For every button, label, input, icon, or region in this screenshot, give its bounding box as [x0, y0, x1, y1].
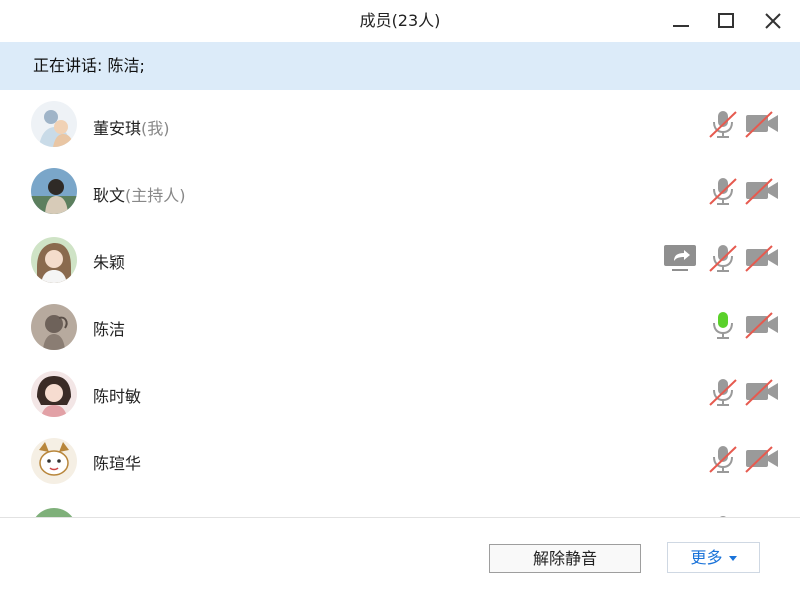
- camera-off-button[interactable]: [745, 109, 779, 139]
- member-list[interactable]: 董安琪(我) 耿文(主持人) 朱颖 陈洁 陈时敏 陈瑄华: [0, 90, 800, 517]
- more-button[interactable]: 更多: [667, 542, 760, 573]
- member-name: 朱颖: [93, 249, 125, 273]
- camera-off-icon: [745, 111, 778, 138]
- more-button-label: 更多: [690, 548, 723, 567]
- minimize-icon: [673, 25, 689, 27]
- member-name-text: 陈瑄华: [93, 454, 142, 473]
- avatar: [31, 438, 77, 484]
- member-name: 陈洁: [93, 316, 125, 340]
- member-role: (主持人): [125, 186, 186, 205]
- avatar: [31, 168, 77, 214]
- title-bar: 成员(23人): [0, 0, 800, 42]
- close-button[interactable]: [758, 6, 788, 36]
- screen-share-button[interactable]: [663, 243, 697, 273]
- camera-off-icon: [745, 178, 778, 205]
- mic-muted-button[interactable]: [706, 109, 740, 139]
- camera-off-icon: [745, 446, 778, 473]
- unmute-all-button[interactable]: 解除静音: [489, 544, 641, 573]
- mic-muted-icon: [709, 245, 737, 272]
- mic-muted-icon: [709, 111, 737, 138]
- screen-share-icon: [664, 245, 696, 271]
- caret-down-icon: [728, 556, 737, 561]
- maximize-button[interactable]: [711, 6, 741, 36]
- close-icon: [765, 13, 781, 29]
- maximize-icon: [718, 13, 734, 28]
- camera-off-icon: [745, 379, 778, 406]
- footer: 解除静音 更多: [0, 518, 800, 600]
- camera-off-button[interactable]: [745, 176, 779, 206]
- member-row[interactable]: 董安琪(我): [0, 90, 800, 157]
- avatar: [31, 508, 77, 517]
- camera-off-button[interactable]: [745, 243, 779, 273]
- camera-off-button[interactable]: [745, 310, 779, 340]
- member-row[interactable]: 陈瑄华: [0, 425, 800, 492]
- member-row-partial[interactable]: [0, 492, 800, 517]
- member-name-text: 耿文: [93, 186, 126, 205]
- minimize-button[interactable]: [666, 6, 696, 36]
- mic-muted-button[interactable]: [706, 176, 740, 206]
- avatar: [31, 304, 77, 350]
- mic-muted-icon: [709, 379, 737, 406]
- member-row[interactable]: 朱颖: [0, 224, 800, 291]
- member-name-text: 陈时敏: [93, 387, 142, 406]
- member-name: 耿文(主持人): [93, 182, 186, 206]
- avatar: [31, 237, 77, 283]
- speaking-now-bar: 正在讲话: 陈洁;: [0, 42, 800, 90]
- member-name-text: 朱颖: [93, 253, 126, 272]
- member-row[interactable]: 耿文(主持人): [0, 157, 800, 224]
- member-name: 陈时敏: [93, 383, 141, 407]
- camera-off-button[interactable]: [745, 377, 779, 407]
- mic-muted-button[interactable]: [706, 377, 740, 407]
- mic-active-button[interactable]: [706, 310, 740, 340]
- mic-muted-icon: [709, 446, 737, 473]
- camera-off-icon: [745, 312, 778, 339]
- member-name-text: 董安琪: [93, 119, 142, 138]
- member-name: 董安琪(我): [93, 115, 170, 139]
- member-name-text: 陈洁: [93, 320, 126, 339]
- camera-off-button[interactable]: [745, 444, 779, 474]
- mic-active-icon: [713, 312, 733, 339]
- avatar: [31, 371, 77, 417]
- member-name: 陈瑄华: [93, 450, 141, 474]
- avatar: [31, 101, 77, 147]
- member-row[interactable]: 陈时敏: [0, 358, 800, 425]
- member-role: (我): [141, 119, 170, 138]
- mic-muted-button[interactable]: [706, 444, 740, 474]
- camera-off-icon: [745, 245, 778, 272]
- mic-muted-icon: [709, 178, 737, 205]
- mic-muted-button[interactable]: [706, 243, 740, 273]
- member-row[interactable]: 陈洁: [0, 291, 800, 358]
- speaking-now-label: 正在讲话: 陈洁;: [33, 56, 145, 75]
